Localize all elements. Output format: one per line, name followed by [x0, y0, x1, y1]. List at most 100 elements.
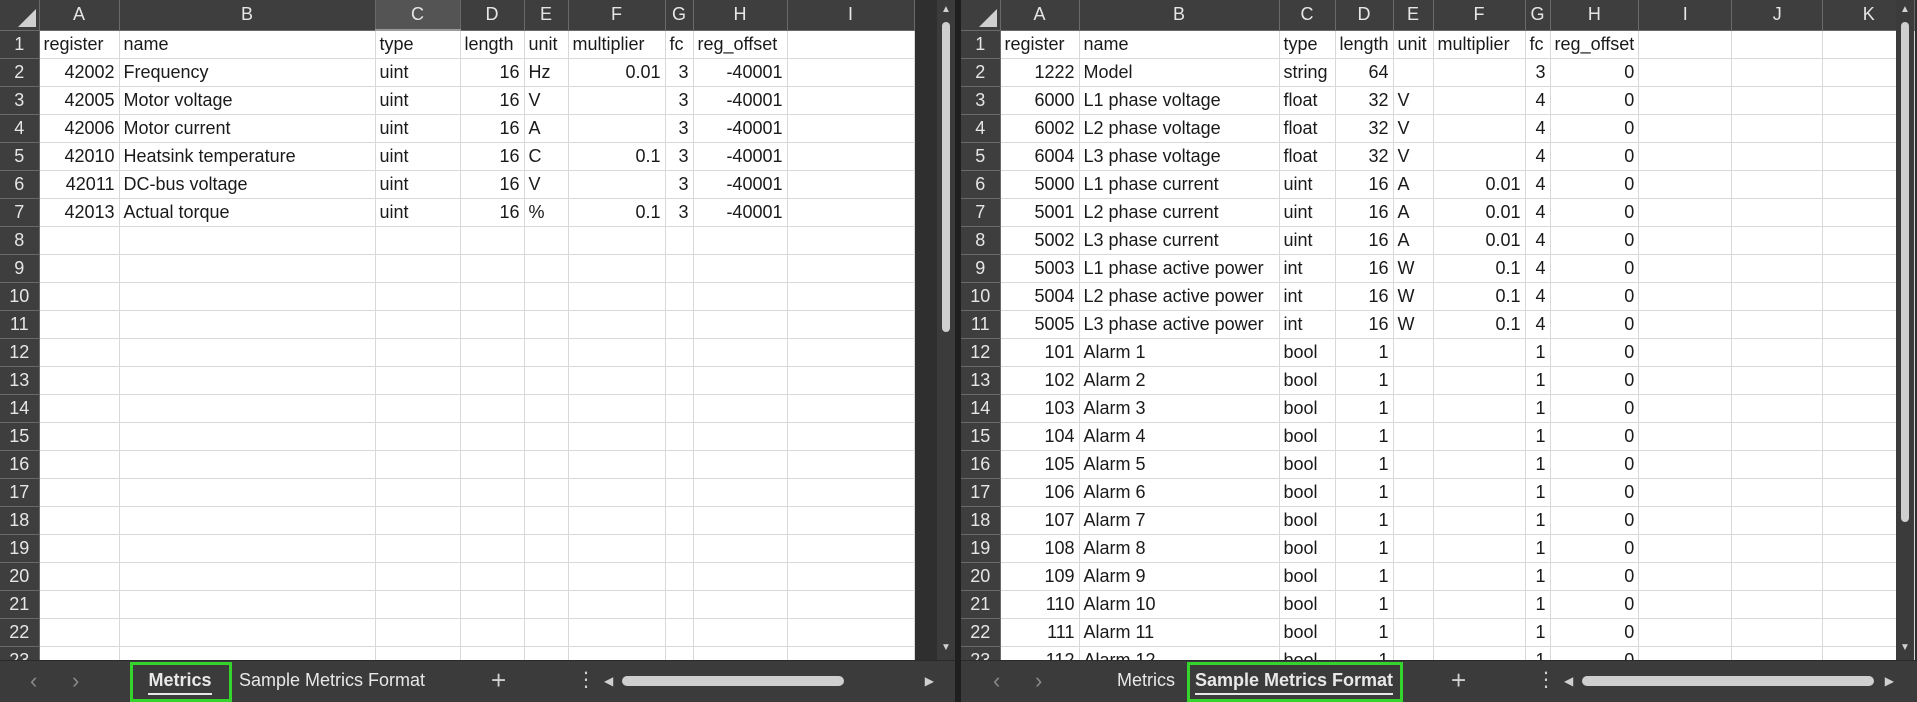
cell-d10[interactable]: 16 — [1335, 282, 1394, 311]
cell-j6[interactable] — [1731, 170, 1824, 199]
row-header[interactable]: 8 — [0, 226, 40, 255]
right-vertical-scrollbar[interactable]: ▲ ▼ — [1896, 0, 1914, 660]
cell-b13[interactable]: Alarm 2 — [1079, 366, 1280, 395]
cell-h8[interactable]: 0 — [1550, 226, 1640, 255]
cell-j21[interactable] — [1731, 590, 1824, 619]
row-header[interactable]: 6 — [0, 170, 40, 199]
cell-b16[interactable]: Alarm 5 — [1079, 450, 1280, 479]
cell-a19[interactable] — [39, 534, 120, 563]
cell-a7[interactable]: 42013 — [39, 198, 120, 227]
row-header[interactable]: 18 — [0, 506, 40, 535]
cell-a3[interactable]: 42005 — [39, 86, 120, 115]
cell-h10[interactable]: 0 — [1550, 282, 1640, 311]
cell-i13[interactable] — [1638, 366, 1733, 395]
cell-f2[interactable]: 0.01 — [568, 58, 666, 87]
cell-e21[interactable] — [524, 590, 569, 619]
cell-i1[interactable] — [787, 30, 915, 59]
cell-h1[interactable]: reg_offset — [693, 30, 788, 59]
cell-c16[interactable]: bool — [1279, 450, 1336, 479]
tab-sample-metrics-format[interactable]: Sample Metrics Format — [236, 661, 428, 699]
cell-f9[interactable] — [568, 254, 666, 283]
cell-e3[interactable]: V — [524, 86, 569, 115]
column-header-a[interactable]: A — [1000, 0, 1080, 31]
column-header-g[interactable]: G — [1525, 0, 1551, 31]
cell-d14[interactable]: 1 — [1335, 394, 1394, 423]
cell-j3[interactable] — [1731, 86, 1824, 115]
cell-f18[interactable] — [568, 506, 666, 535]
cell-e15[interactable] — [1393, 422, 1434, 451]
row-header[interactable]: 13 — [961, 366, 1001, 395]
cell-g8[interactable]: 4 — [1525, 226, 1551, 255]
chevron-left-icon[interactable]: ‹ — [993, 669, 1000, 693]
cell-h18[interactable]: 0 — [1550, 506, 1640, 535]
row-header[interactable]: 4 — [0, 114, 40, 143]
column-header-e[interactable]: E — [524, 0, 569, 31]
row-header[interactable]: 11 — [0, 310, 40, 339]
cell-d11[interactable] — [460, 310, 525, 339]
cell-a2[interactable]: 1222 — [1000, 58, 1080, 87]
right-horizontal-scrollbar[interactable]: ◀ ▶ — [1564, 673, 1894, 689]
cell-a13[interactable] — [39, 366, 120, 395]
cell-f20[interactable] — [568, 562, 666, 591]
cell-f19[interactable] — [1433, 534, 1526, 563]
cell-f13[interactable] — [568, 366, 666, 395]
cell-c10[interactable] — [375, 282, 461, 311]
cell-c2[interactable]: uint — [375, 58, 461, 87]
cell-c7[interactable]: uint — [1279, 198, 1336, 227]
cell-e12[interactable] — [524, 338, 569, 367]
cell-d17[interactable] — [460, 478, 525, 507]
cell-g6[interactable]: 4 — [1525, 170, 1551, 199]
scroll-right-icon[interactable]: ▶ — [925, 673, 934, 689]
cell-h2[interactable]: -40001 — [693, 58, 788, 87]
row-header[interactable]: 14 — [0, 394, 40, 423]
right-horizontal-scroll-thumb[interactable] — [1582, 676, 1874, 686]
cell-d6[interactable]: 16 — [460, 170, 525, 199]
cell-i13[interactable] — [787, 366, 915, 395]
cell-c11[interactable] — [375, 310, 461, 339]
cell-g8[interactable] — [665, 226, 694, 255]
cell-h22[interactable] — [693, 618, 788, 647]
cell-i22[interactable] — [787, 618, 915, 647]
cell-i3[interactable] — [1638, 86, 1733, 115]
cell-b19[interactable]: Alarm 8 — [1079, 534, 1280, 563]
column-header-a[interactable]: A — [39, 0, 120, 31]
row-header[interactable]: 16 — [961, 450, 1001, 479]
row-header[interactable]: 21 — [0, 590, 40, 619]
cell-c17[interactable] — [375, 478, 461, 507]
cell-e16[interactable] — [524, 450, 569, 479]
cell-g18[interactable]: 1 — [1525, 506, 1551, 535]
cell-e17[interactable] — [524, 478, 569, 507]
cell-i22[interactable] — [1638, 618, 1733, 647]
cell-f9[interactable]: 0.1 — [1433, 254, 1526, 283]
cell-i10[interactable] — [1638, 282, 1733, 311]
cell-i1[interactable] — [1638, 30, 1733, 59]
cell-h14[interactable] — [693, 394, 788, 423]
cell-c15[interactable] — [375, 422, 461, 451]
cell-d1[interactable]: length — [460, 30, 525, 59]
cell-b1[interactable]: name — [1079, 30, 1280, 59]
row-header[interactable]: 20 — [0, 562, 40, 591]
cell-h5[interactable]: 0 — [1550, 142, 1640, 171]
cell-b15[interactable] — [119, 422, 376, 451]
cell-h14[interactable]: 0 — [1550, 394, 1640, 423]
row-header[interactable]: 4 — [961, 114, 1001, 143]
row-header[interactable]: 15 — [0, 422, 40, 451]
cell-g11[interactable]: 4 — [1525, 310, 1551, 339]
cell-c3[interactable]: float — [1279, 86, 1336, 115]
cell-i7[interactable] — [787, 198, 915, 227]
cell-i9[interactable] — [787, 254, 915, 283]
cell-j12[interactable] — [1731, 338, 1824, 367]
cell-h18[interactable] — [693, 506, 788, 535]
cell-g12[interactable] — [665, 338, 694, 367]
cell-f7[interactable]: 0.01 — [1433, 198, 1526, 227]
cell-g1[interactable]: fc — [1525, 30, 1551, 59]
cell-j17[interactable] — [1731, 478, 1824, 507]
cell-g15[interactable]: 1 — [1525, 422, 1551, 451]
cell-a18[interactable] — [39, 506, 120, 535]
cell-j4[interactable] — [1731, 114, 1824, 143]
plus-icon[interactable]: + — [1451, 667, 1466, 693]
cell-a20[interactable] — [39, 562, 120, 591]
cell-b8[interactable]: L3 phase current — [1079, 226, 1280, 255]
cell-c18[interactable]: bool — [1279, 506, 1336, 535]
cell-h13[interactable] — [693, 366, 788, 395]
